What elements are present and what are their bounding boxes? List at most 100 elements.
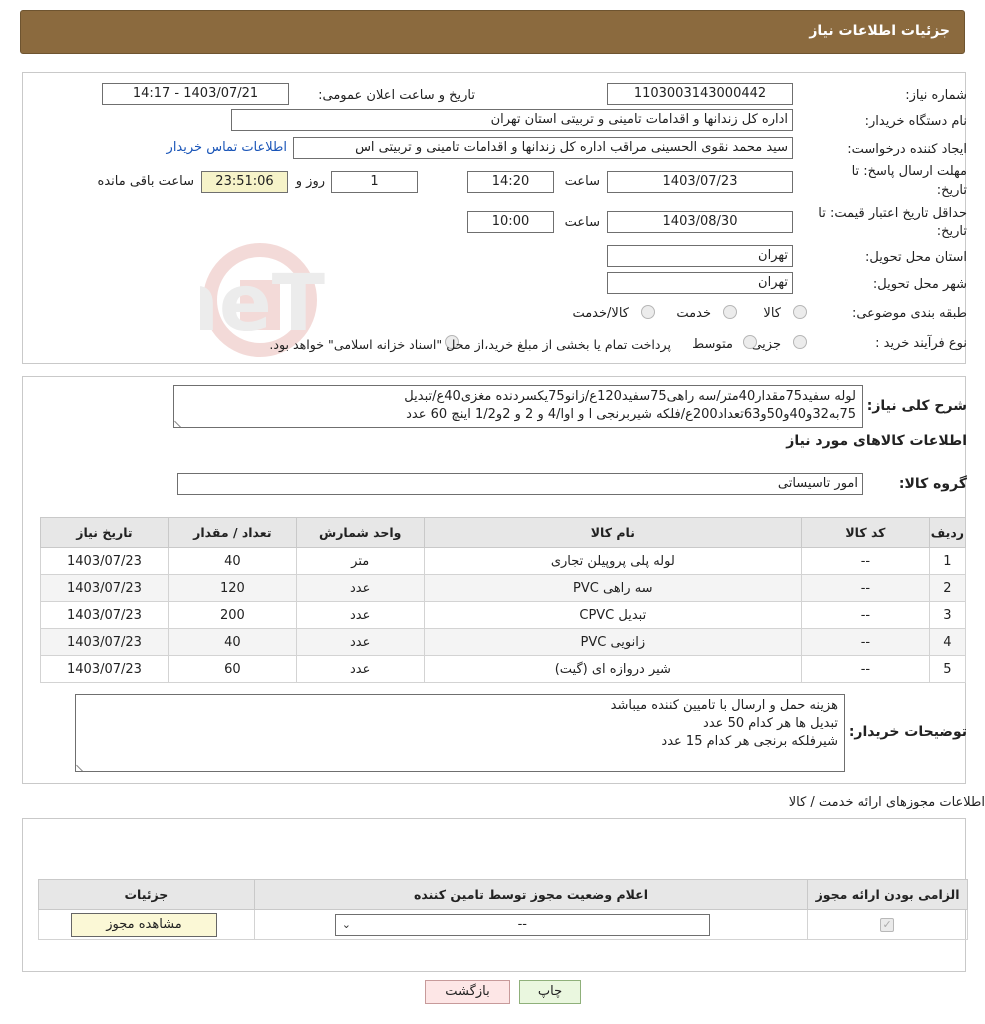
category-option-goods-service: کالا/خدمت [572, 306, 629, 321]
item-need-date: 1403/07/23 [40, 574, 169, 602]
col-permit-status: اعلام وضعیت مجوز توسط تامین کننده [253, 879, 809, 910]
item-need-date: 1403/07/23 [40, 628, 169, 656]
announce-datetime-label: تاریخ و ساعت اعلان عمومی: [318, 88, 475, 103]
item-name: لوله پلی پروپیلن تجاری [423, 547, 803, 575]
buyer-notes-label: توضیحات خریدار: [848, 724, 967, 740]
deadline-time-field: 14:20 [467, 171, 554, 193]
table-row: 4 -- زانویی PVC عدد 40 1403/07/23 [40, 628, 967, 656]
page-header: جزئیات اطلاعات نیاز [20, 10, 965, 54]
process-radio-medium[interactable] [743, 335, 757, 349]
process-option-medium: متوسط [692, 337, 733, 352]
row-number: 2 [928, 574, 967, 602]
item-unit: عدد [295, 574, 425, 602]
category-option-service: خدمت [676, 306, 711, 321]
table-row: 3 -- تبدیل CPVC عدد 200 1403/07/23 [40, 601, 967, 629]
goods-group-field: امور تاسیساتی [177, 473, 863, 495]
col-quantity: تعداد / مقدار [167, 517, 297, 548]
item-quantity: 120 [167, 574, 297, 602]
chevron-down-icon: ⌄ [341, 918, 352, 931]
page-title: جزئیات اطلاعات نیاز [809, 23, 950, 39]
row-number: 4 [928, 628, 967, 656]
print-button[interactable]: چاپ [519, 980, 581, 1004]
validity-label: حداقل تاریخ اعتبار قیمت: تا [818, 206, 967, 221]
creator-label: ایجاد کننده درخواست: [847, 142, 967, 157]
permit-details-cell: مشاهده مجوز [38, 909, 255, 940]
creator-field: سید محمد نقوی الحسینی مراقب اداره کل زند… [293, 137, 793, 159]
table-row: 5 -- شیر دروازه ای (گیت) عدد 60 1403/07/… [40, 655, 967, 683]
table-row: 1 -- لوله پلی پروپیلن تجاری متر 40 1403/… [40, 547, 967, 575]
category-radio-service[interactable] [723, 305, 737, 319]
permit-row: ✓ -- ⌄ مشاهده مجوز [38, 909, 968, 940]
buyer-contact-link[interactable]: اطلاعات تماس خریدار [167, 140, 287, 155]
days-remaining-field: 1 [331, 171, 418, 193]
permit-required-checkbox[interactable]: ✓ [880, 918, 895, 932]
validity-time-label: ساعت [564, 215, 600, 230]
city-field: تهران [607, 272, 793, 294]
permit-required-cell: ✓ [807, 909, 968, 940]
item-name: شیر دروازه ای (گیت) [423, 655, 803, 683]
back-button[interactable]: بازگشت [425, 980, 510, 1004]
deadline-date-field: 1403/07/23 [607, 171, 793, 193]
item-quantity: 200 [167, 601, 297, 629]
resize-handle-icon[interactable] [76, 759, 89, 771]
validity-label-date: تاریخ: [936, 224, 967, 239]
item-name: زانویی PVC [423, 628, 803, 656]
need-number-label: شماره نیاز: [905, 88, 967, 103]
goods-table: ردیف کد کالا نام کالا واحد شمارش تعداد /… [40, 517, 967, 683]
col-item-name: نام کالا [423, 517, 803, 548]
item-quantity: 40 [167, 628, 297, 656]
col-need-date: تاریخ نیاز [40, 517, 169, 548]
item-code: -- [801, 655, 930, 683]
permit-status-select[interactable]: -- ⌄ [334, 914, 710, 936]
buyer-org-field: اداره کل زندانها و اقدامات تامینی و تربی… [231, 109, 793, 131]
buyer-notes-textarea: هزینه حمل و ارسال با تامیین کننده میباشد… [75, 694, 845, 772]
row-number: 3 [928, 601, 967, 629]
permits-table: الزامی بودن ارائه مجوز اعلام وضعیت مجوز … [38, 879, 968, 940]
item-code: -- [801, 628, 930, 656]
deadline-label-date: تاریخ: [936, 183, 967, 198]
description-label: شرح کلی نیاز: [866, 398, 967, 414]
permits-section-title: اطلاعات مجوزهای ارائه خدمت / کالا [788, 795, 985, 810]
permit-status-value: -- [517, 917, 527, 932]
view-permit-button[interactable]: مشاهده مجوز [71, 913, 217, 937]
category-radio-goods[interactable] [793, 305, 807, 319]
buyer-note-line-2: تبدیل ها هر کدام 50 عدد [703, 716, 838, 731]
table-row: 2 -- سه راهی PVC عدد 120 1403/07/23 [40, 574, 967, 602]
col-row-number: ردیف [928, 517, 967, 548]
remaining-time-label: ساعت باقی مانده [97, 174, 194, 189]
description-textarea: لوله سفید75مقدار40متر/سه راهی75سفید120ع/… [173, 385, 863, 428]
validity-time-field: 10:00 [467, 211, 554, 233]
process-treasury-note: پرداخت تمام یا بخشی از مبلغ خرید،از محل … [269, 337, 671, 352]
item-unit: عدد [295, 628, 425, 656]
deadline-label: مهلت ارسال پاسخ: تا [851, 164, 967, 179]
col-item-code: کد کالا [801, 517, 930, 548]
item-need-date: 1403/07/23 [40, 655, 169, 683]
item-unit: عدد [295, 655, 425, 683]
item-code: -- [801, 601, 930, 629]
buyer-note-line-3: شیرفلکه برنجی هر کدام 15 عدد [661, 734, 838, 749]
province-field: تهران [607, 245, 793, 267]
col-permit-required: الزامی بودن ارائه مجوز [807, 879, 968, 910]
need-number-field: 1103003143000442 [607, 83, 793, 105]
process-label: نوع فرآیند خرید : [875, 336, 967, 351]
description-line-1: لوله سفید75مقدار40متر/سه راهی75سفید120ع/… [404, 389, 856, 404]
item-code: -- [801, 547, 930, 575]
permit-status-cell: -- ⌄ [253, 909, 809, 940]
item-code: -- [801, 574, 930, 602]
permits-table-header: الزامی بودن ارائه مجوز اعلام وضعیت مجوز … [38, 879, 968, 910]
process-radio-minor[interactable] [793, 335, 807, 349]
category-radio-goods-service[interactable] [641, 305, 655, 319]
category-option-goods: کالا [763, 306, 781, 321]
row-number: 5 [928, 655, 967, 683]
item-unit: متر [295, 547, 425, 575]
remaining-time-field: 23:51:06 [201, 171, 288, 193]
goods-group-label: گروه کالا: [898, 476, 967, 492]
announce-datetime-field: 1403/07/21 - 14:17 [102, 83, 289, 105]
item-name: سه راهی PVC [423, 574, 803, 602]
deadline-time-label: ساعت [564, 174, 600, 189]
buyer-org-label: نام دستگاه خریدار: [864, 114, 967, 129]
goods-section-title: اطلاعات کالاهای مورد نیاز [786, 433, 967, 449]
goods-table-header: ردیف کد کالا نام کالا واحد شمارش تعداد /… [40, 517, 967, 548]
item-need-date: 1403/07/23 [40, 547, 169, 575]
item-quantity: 60 [167, 655, 297, 683]
